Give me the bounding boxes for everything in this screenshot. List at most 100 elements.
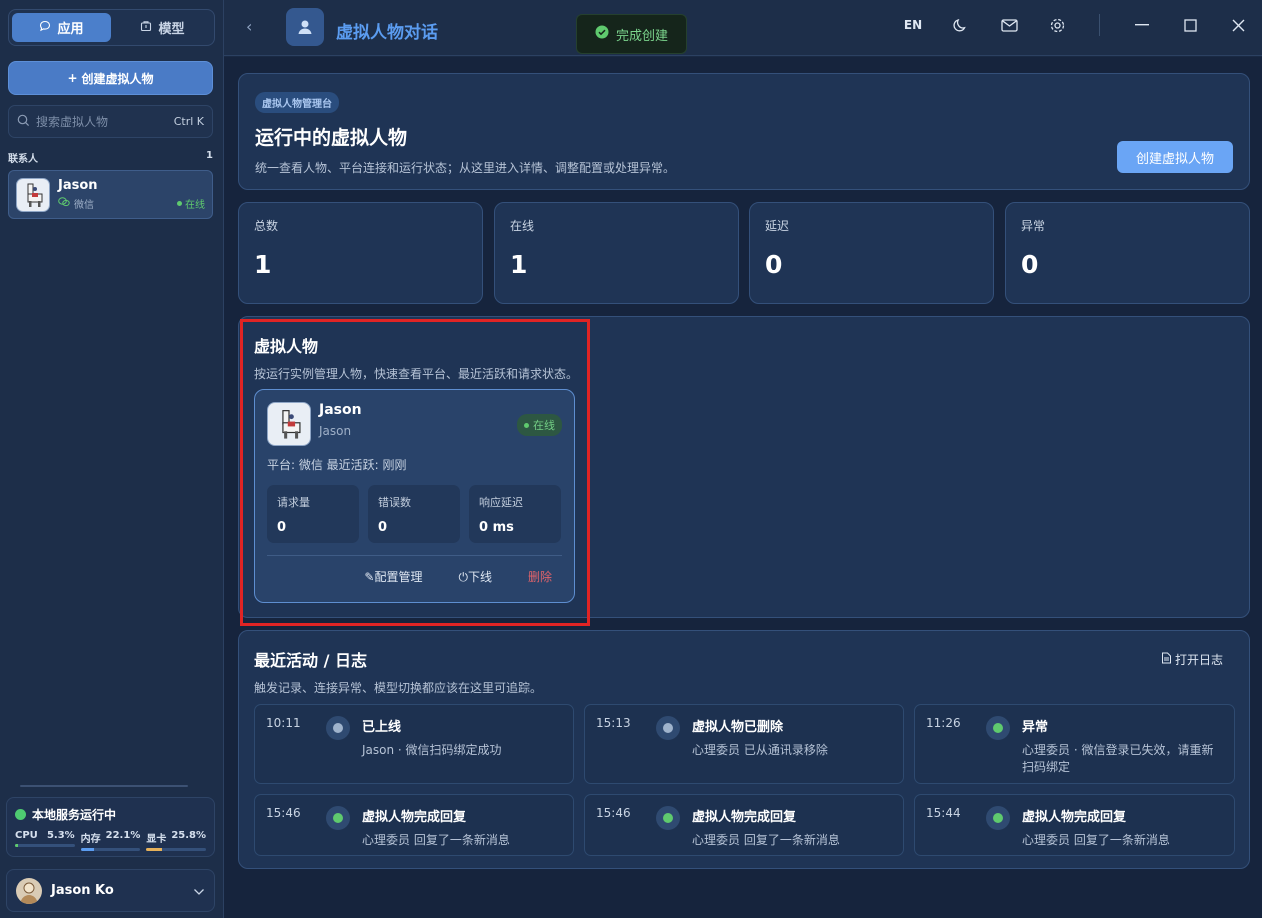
divider	[267, 555, 562, 556]
minimize-icon[interactable]	[1118, 0, 1166, 50]
topbar: ‹ 虚拟人物对话 完成创建 EN	[224, 0, 1262, 56]
list-item[interactable]: 15:46 虚拟人物完成回复 心理委员 回复了一条新消息	[584, 794, 904, 856]
memory-bar-fill	[80, 848, 94, 851]
cpu-value: 5.3%	[46, 830, 75, 841]
app-window: 应用 模型 + 创建虚拟人物 搜索虚拟人物 Ctrl K 联系人 1 Jason…	[0, 0, 1262, 918]
service-status-panel: 本地服务运行中 CPU 5.3% 内存 22.1% 显卡 25.8%	[6, 797, 215, 857]
log-title: 虚拟人物已删除	[692, 720, 784, 735]
persona-name: Jason	[319, 402, 362, 418]
close-icon[interactable]	[1214, 0, 1262, 50]
log-desc: Jason · 微信扫码绑定成功	[362, 743, 502, 757]
cpu-bar-fill	[15, 844, 19, 847]
package-icon	[140, 20, 152, 36]
status-dot-icon	[15, 809, 26, 820]
list-item[interactable]: 15:13 虚拟人物已删除 心理委员 已从通讯录移除	[584, 704, 904, 784]
activity-log-panel: 最近活动 / 日志 触发记录、连接异常、模型切换都应该在这里可追踪。 打开日志 …	[238, 630, 1250, 869]
divider	[1099, 14, 1100, 36]
log-time: 10:11	[266, 716, 301, 730]
delete-button[interactable]: 删除	[528, 568, 552, 585]
stat-value: 0	[1021, 250, 1039, 279]
log-time: 15:46	[596, 806, 631, 820]
mail-icon[interactable]	[985, 0, 1033, 50]
search-input[interactable]: 搜索虚拟人物 Ctrl K	[8, 105, 213, 138]
config-label: 配置管理	[374, 570, 423, 584]
contact-name: Jason	[58, 178, 98, 193]
gpu-label: 显卡	[146, 834, 167, 845]
metric-requests: 请求量 0	[267, 485, 359, 543]
offline-button[interactable]: ⏻下线	[458, 568, 492, 585]
log-list: 10:11 已上线 Jason · 微信扫码绑定成功 15:13 虚拟人物已删除心…	[254, 704, 1235, 856]
online-dot-icon	[524, 422, 529, 428]
status-dot-icon	[333, 813, 343, 823]
tab-models-label: 模型	[158, 22, 185, 37]
language-toggle[interactable]: EN	[889, 0, 937, 50]
metric-latency: 响应延迟 0 ms	[469, 485, 561, 543]
metric-label: 错误数	[378, 496, 411, 509]
list-item[interactable]: 11:26 异常 心理委员 · 微信登录已失效，请重新扫码绑定	[914, 704, 1235, 784]
contact-info: Jason 微信 在线	[58, 178, 205, 211]
log-desc: 心理委员 回复了一条新消息	[362, 833, 510, 847]
persona-card-header: Jason Jason 在线	[267, 402, 562, 446]
stat-value: 1	[254, 250, 272, 279]
log-time: 15:44	[926, 806, 961, 820]
log-status-icon	[986, 806, 1010, 830]
contact-platform-row: 微信 在线	[58, 196, 205, 211]
open-log-button[interactable]: 打开日志	[1161, 651, 1223, 668]
persona-card-jason[interactable]: Jason Jason 在线 平台: 微信 最近活跃: 刚刚 请求量 0 错误数…	[254, 389, 575, 603]
metric-label: 响应延迟	[479, 496, 523, 509]
stat-card-total: 总数 1	[238, 202, 483, 304]
logs-title: 最近活动 / 日志	[254, 651, 367, 670]
plus-icon: +	[67, 71, 78, 85]
contacts-count: 1	[206, 150, 213, 161]
metric-value: 0 ms	[479, 520, 514, 535]
open-log-label: 打开日志	[1174, 653, 1223, 667]
persona-subname: Jason	[319, 424, 352, 438]
log-desc: 心理委员 · 微信登录已失效，请重新扫码绑定	[1022, 743, 1214, 774]
log-status-icon	[326, 806, 350, 830]
back-chevron-icon[interactable]: ‹	[246, 17, 252, 36]
persona-actions: ✎配置管理 ⏻下线 删除	[267, 568, 562, 585]
stat-label: 总数	[254, 219, 279, 233]
log-title: 已上线	[362, 720, 402, 735]
contact-status: 在线	[177, 196, 205, 211]
page-title: 虚拟人物对话	[336, 23, 438, 43]
logs-description: 触发记录、连接异常、模型切换都应该在这里可追踪。	[254, 681, 543, 695]
sidebar-scrollbar[interactable]	[20, 785, 188, 787]
pencil-icon: ✎	[364, 570, 375, 584]
contact-item-jason[interactable]: Jason 微信 在线	[8, 170, 213, 219]
list-item[interactable]: 15:46 虚拟人物完成回复 心理委员 回复了一条新消息	[254, 794, 574, 856]
memory-meter: 内存 22.1%	[80, 830, 141, 851]
persona-metrics: 请求量 0 错误数 0 响应延迟 0 ms	[267, 485, 562, 543]
personas-panel: 虚拟人物 按运行实例管理人物，快速查看平台、最近活跃和请求状态。 Jason J…	[238, 316, 1250, 618]
service-status-title: 本地服务运行中	[32, 808, 117, 822]
llama-avatar-icon	[27, 183, 43, 207]
gpu-meter: 显卡 25.8%	[146, 830, 207, 851]
stat-value: 1	[510, 250, 528, 279]
log-desc: 心理委员 回复了一条新消息	[1022, 833, 1170, 847]
status-badge: 在线	[517, 414, 562, 436]
main-content: 虚拟人物管理台 运行中的虚拟人物 统一查看人物、平台连接和运行状态；从这里进入详…	[224, 57, 1262, 918]
config-button[interactable]: ✎配置管理	[364, 568, 422, 585]
avatar	[16, 177, 50, 212]
user-menu[interactable]: Jason Ko	[6, 869, 215, 912]
status-dot-icon	[663, 723, 673, 733]
gear-icon[interactable]	[1033, 0, 1081, 50]
moon-icon[interactable]	[937, 0, 985, 50]
hero-create-persona-button[interactable]: 创建虚拟人物	[1117, 141, 1233, 173]
tab-models[interactable]: 模型	[113, 13, 212, 42]
service-status-header: 本地服务运行中	[15, 806, 206, 823]
user-name: Jason Ko	[51, 883, 114, 898]
personas-title: 虚拟人物	[254, 337, 319, 356]
online-dot-icon	[177, 201, 182, 206]
list-item[interactable]: 15:44 虚拟人物完成回复 心理委员 回复了一条新消息	[914, 794, 1235, 856]
create-persona-button[interactable]: + 创建虚拟人物	[8, 61, 213, 95]
avatar	[267, 402, 311, 446]
chat-bubble-icon	[39, 20, 51, 36]
list-item[interactable]: 10:11 已上线 Jason · 微信扫码绑定成功	[254, 704, 574, 784]
log-time: 15:13	[596, 716, 631, 730]
tab-apps[interactable]: 应用	[12, 13, 111, 42]
contacts-label: 联系人	[8, 154, 38, 165]
search-icon	[17, 114, 30, 130]
maximize-icon[interactable]	[1166, 0, 1214, 50]
log-title: 虚拟人物完成回复	[692, 810, 797, 825]
